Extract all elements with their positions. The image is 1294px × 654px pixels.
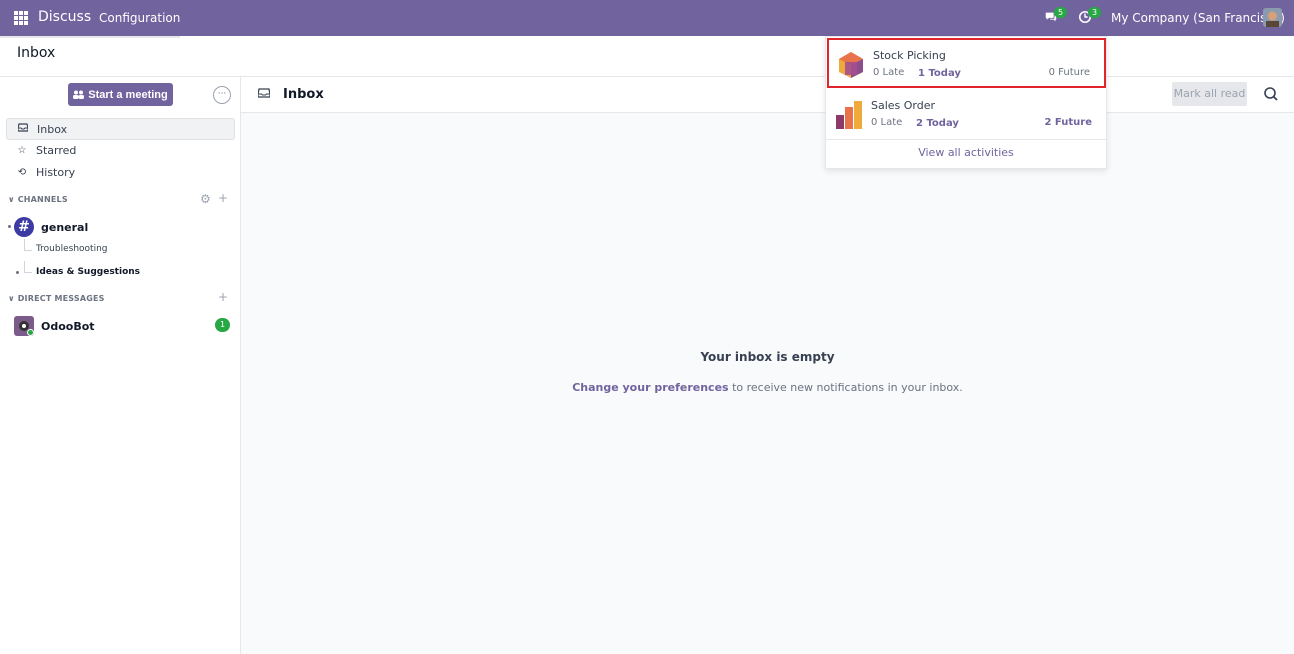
sidebar-item-label: Inbox [37, 122, 68, 136]
activity-group-sales-order[interactable]: Sales Order 0 Late 2 Today 2 Future [827, 90, 1106, 140]
top-navbar: Discuss Configuration 5 3 My Company (Sa… [0, 0, 1294, 36]
sidebar-item-label: Starred [36, 143, 77, 157]
sidebar-item-history[interactable]: ⟲ History [6, 161, 235, 183]
activity-model-name: Stock Picking [873, 49, 946, 62]
activity-future-count[interactable]: 0 Future [1049, 67, 1090, 78]
channel-settings-icon[interactable]: ⚙ [200, 192, 211, 206]
inbox-icon [17, 123, 29, 135]
sidebar-item-starred[interactable]: ☆ Starred [6, 139, 235, 161]
dm-odoobot[interactable]: OdooBot [14, 316, 95, 336]
activity-late-count[interactable]: 0 Late [871, 117, 902, 128]
thread-title: Inbox [283, 87, 324, 102]
apps-menu-icon[interactable] [14, 11, 28, 25]
channel-general[interactable]: # general [14, 217, 88, 237]
search-button[interactable] [1257, 82, 1285, 106]
dropdown-divider [826, 139, 1106, 140]
thread-connector [24, 261, 32, 273]
user-avatar[interactable] [1263, 8, 1282, 27]
chevron-down-icon: ∨ [8, 195, 15, 204]
users-icon [73, 90, 85, 99]
direct-messages-header[interactable]: ∨ DIRECT MESSAGES [8, 294, 105, 303]
start-meeting-label: Start a meeting [88, 88, 168, 101]
mark-all-read-button[interactable]: Mark all read [1172, 82, 1247, 106]
activity-today-count[interactable]: 2 Today [916, 118, 959, 129]
sidebar-item-label: History [36, 165, 76, 179]
activity-today-count[interactable]: 1 Today [918, 68, 961, 79]
dm-name: OdooBot [41, 319, 95, 333]
start-meeting-button[interactable]: Start a meeting [68, 83, 173, 106]
view-all-activities-link[interactable]: View all activities [826, 146, 1106, 159]
menu-configuration[interactable]: Configuration [99, 11, 180, 25]
search-icon [1264, 87, 1278, 101]
messaging-menu-button[interactable]: 5 [1044, 7, 1067, 26]
channel-name: general [41, 220, 89, 234]
change-preferences-link[interactable]: Change your preferences [572, 381, 728, 394]
online-status-icon [27, 329, 34, 336]
thread-header: Inbox Mark all read [241, 77, 1294, 113]
empty-state-description: to receive new notifications in your inb… [728, 381, 963, 394]
breadcrumb-divider [0, 36, 180, 38]
star-icon: ☆ [17, 144, 27, 156]
app-brand[interactable]: Discuss [38, 9, 91, 25]
thread-panel: Inbox Mark all read Your inbox is empty … [241, 77, 1294, 654]
sidebar-item-inbox[interactable]: Inbox [6, 118, 235, 140]
odoobot-avatar [14, 316, 34, 336]
user-avatar-image [1263, 8, 1282, 27]
activity-menu-button[interactable]: 3 [1078, 7, 1101, 26]
inventory-app-icon [839, 52, 863, 78]
more-options-icon[interactable]: ··· [213, 86, 231, 104]
hashtag-icon: # [14, 217, 34, 237]
channels-header-label: CHANNELS [17, 195, 68, 204]
channels-header[interactable]: ∨ CHANNELS [8, 195, 68, 204]
activity-model-name: Sales Order [871, 99, 936, 112]
sales-app-icon [836, 101, 862, 129]
activities-count-badge: 3 [1088, 7, 1101, 18]
direct-messages-header-label: DIRECT MESSAGES [17, 294, 105, 303]
unread-dot [8, 225, 11, 228]
activity-group-stock-picking[interactable]: Stock Picking 0 Late 1 Today 0 Future [827, 38, 1106, 88]
activity-late-count[interactable]: 0 Late [873, 67, 904, 78]
thread-connector [24, 239, 32, 251]
chevron-down-icon: ∨ [8, 294, 15, 303]
messages-count-badge: 5 [1054, 7, 1067, 18]
discuss-sidebar: Start a meeting ··· Inbox ☆ Starred ⟲ Hi… [0, 77, 241, 654]
activity-future-count[interactable]: 2 Future [1044, 117, 1092, 128]
empty-state-title: Your inbox is empty [700, 350, 835, 364]
history-icon: ⟲ [17, 166, 27, 178]
company-switcher[interactable]: My Company (San Francisco) [1111, 11, 1285, 25]
empty-state-text: Change your preferences to receive new n… [241, 381, 1294, 394]
unread-counter-badge: 1 [215, 318, 230, 332]
subchannel-ideas-suggestions[interactable]: Ideas & Suggestions [36, 267, 140, 277]
add-channel-icon[interactable]: + [218, 191, 228, 205]
activity-dropdown: Stock Picking 0 Late 1 Today 0 Future Sa… [825, 36, 1107, 169]
unread-dot [16, 271, 19, 274]
subchannel-troubleshooting[interactable]: Troubleshooting [36, 244, 108, 254]
add-direct-message-icon[interactable]: + [218, 290, 228, 304]
page-title: Inbox [17, 45, 56, 61]
inbox-icon [257, 88, 271, 101]
